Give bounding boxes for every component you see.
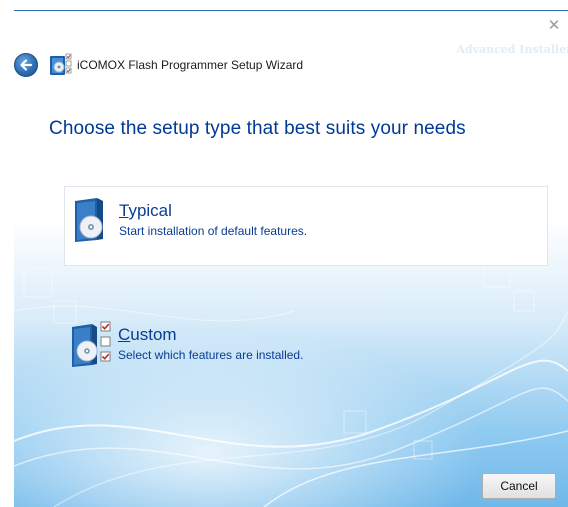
- installer-app-icon: [50, 53, 72, 75]
- close-button[interactable]: ✕: [546, 17, 562, 33]
- back-arrow-icon[interactable]: [14, 53, 38, 77]
- typical-option[interactable]: Typical Start installation of default fe…: [64, 186, 548, 266]
- custom-option-description: Select which features are installed.: [118, 348, 304, 362]
- back-arrow-glyph: [20, 59, 33, 71]
- custom-option[interactable]: Custom Select which features are install…: [64, 321, 546, 383]
- custom-option-title: Custom: [118, 325, 303, 345]
- cancel-button[interactable]: Cancel: [482, 473, 556, 499]
- wizard-title: iCOMOX Flash Programmer Setup Wizard: [77, 58, 304, 72]
- typical-option-description: Start installation of default features.: [119, 224, 308, 238]
- brand-watermark: Advanced Installer: [456, 43, 568, 56]
- setup-wizard-window: ✕ Advanced Installer iCOMOX Flash Progra…: [14, 10, 568, 507]
- disc-package-icon: [75, 198, 103, 242]
- page-heading: Choose the setup type that best suits yo…: [49, 118, 466, 139]
- typical-option-text: Typical Start installation of default fe…: [119, 201, 307, 238]
- wizard-header: iCOMOX Flash Programmer Setup Wizard: [14, 51, 414, 79]
- custom-accelerator: C: [118, 325, 131, 344]
- disc-package-checklist-icon: [72, 321, 111, 367]
- typical-title-rest: ypical: [128, 201, 172, 220]
- custom-title-rest: ustom: [130, 325, 177, 344]
- custom-option-text: Custom Select which features are install…: [118, 325, 303, 362]
- typical-option-title: Typical: [119, 201, 307, 221]
